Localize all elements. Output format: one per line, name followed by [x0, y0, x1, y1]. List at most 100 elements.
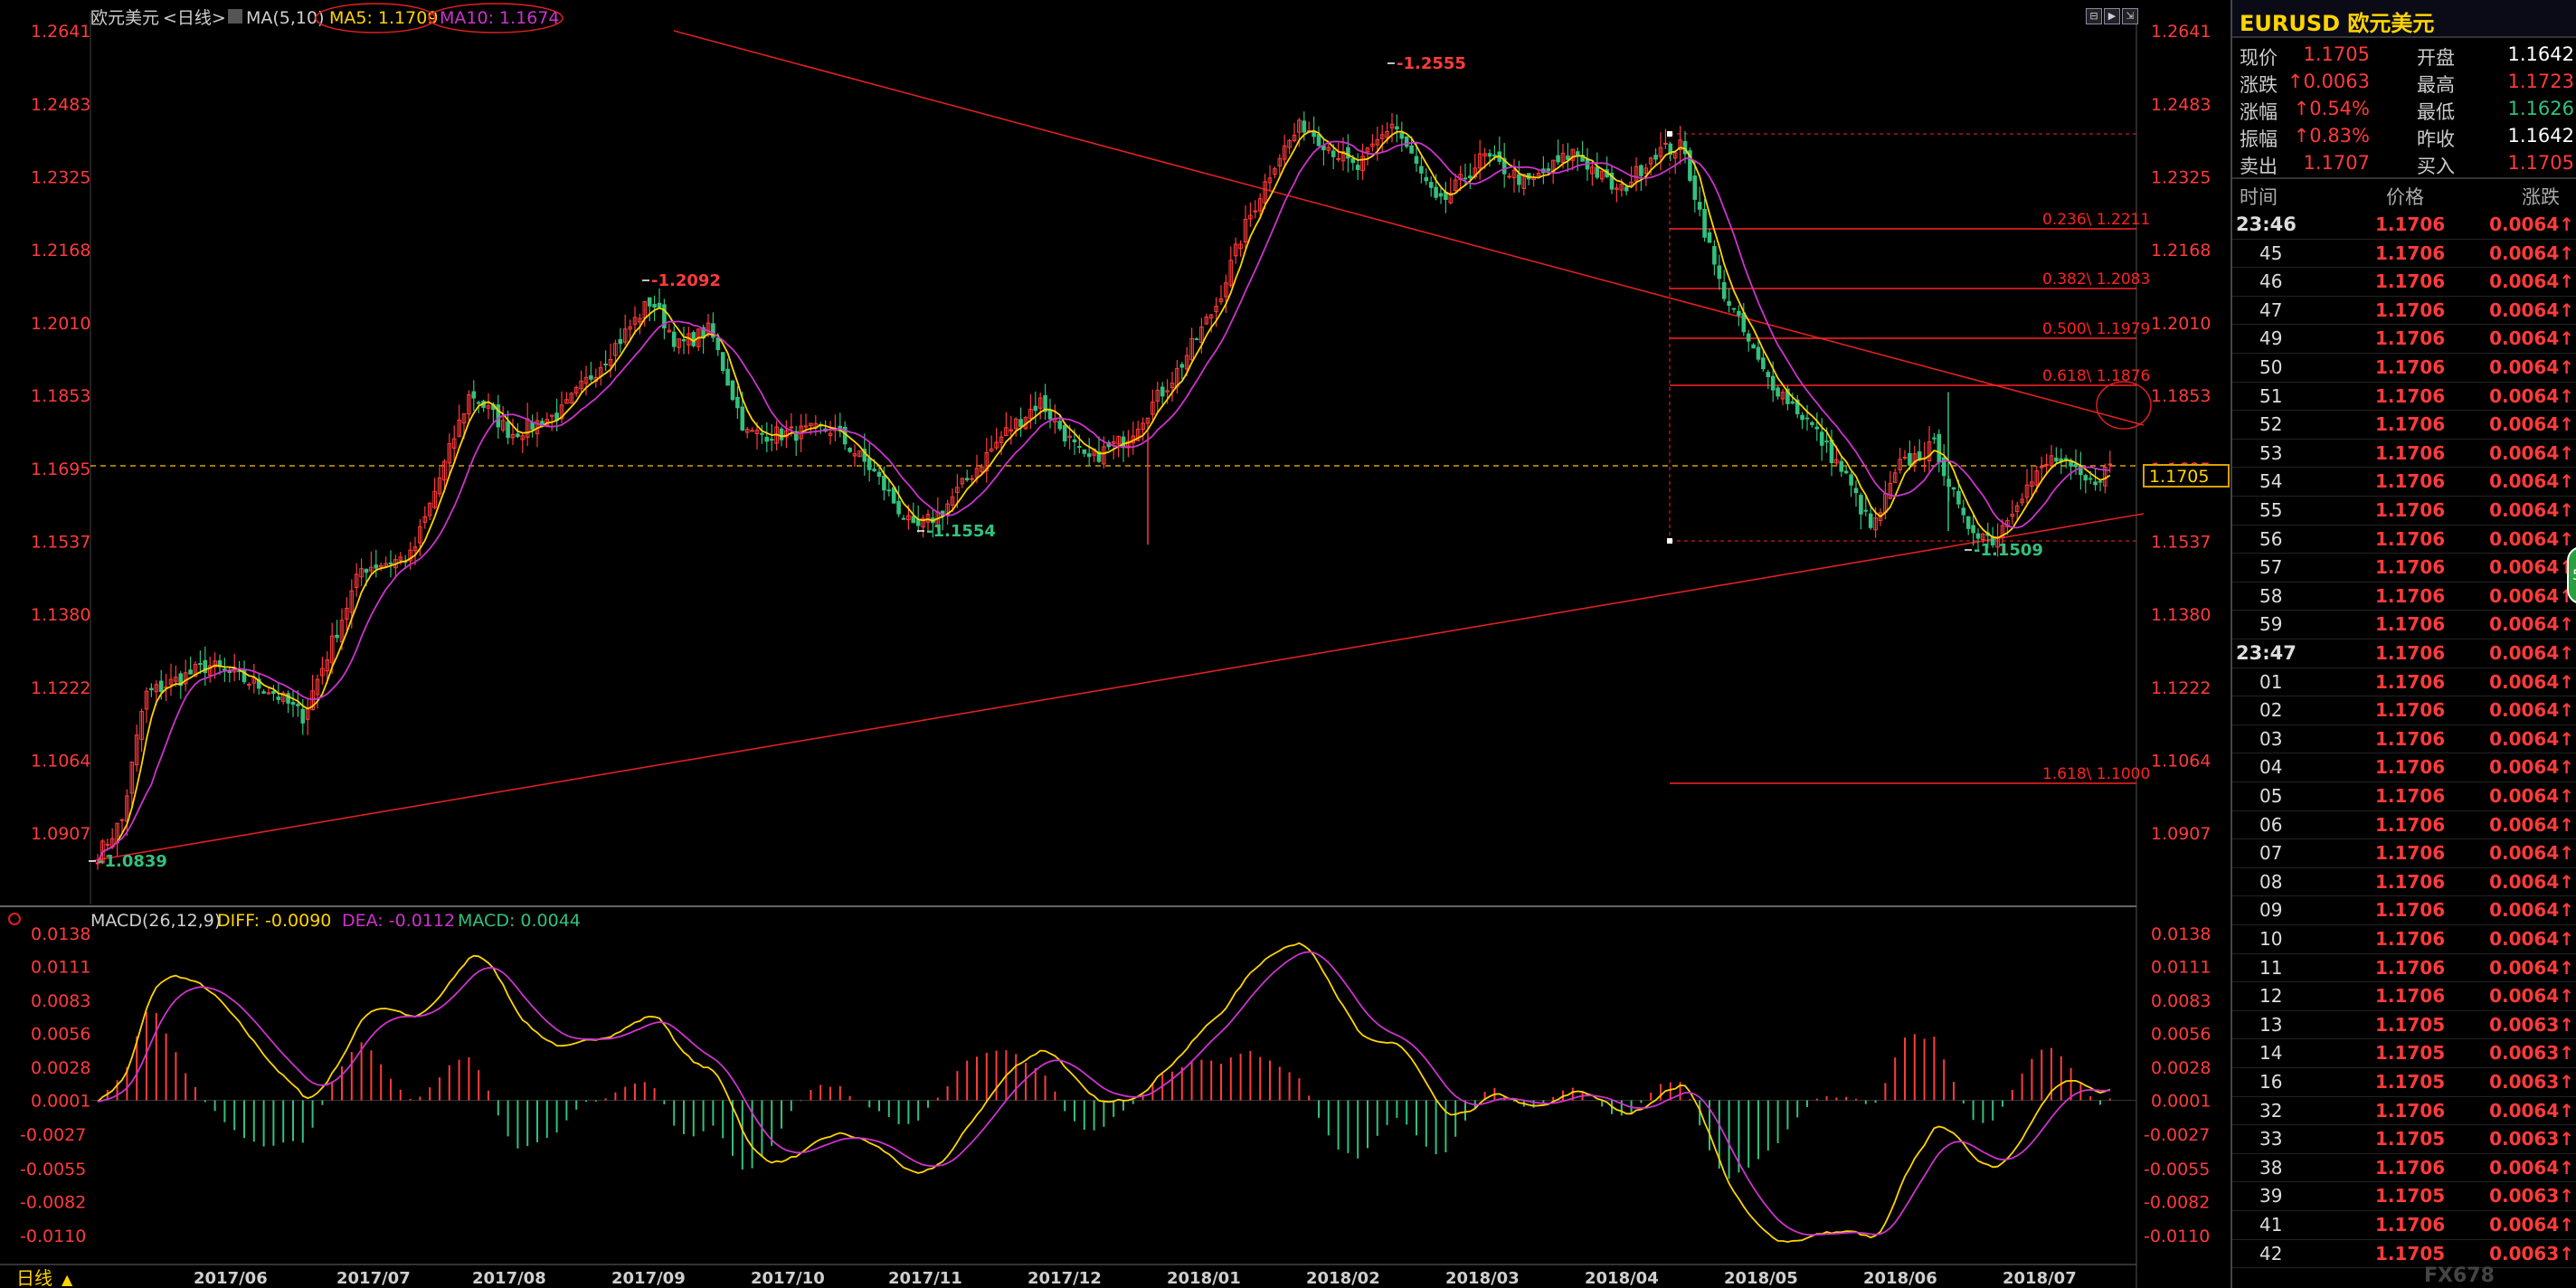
candle-body [911, 516, 916, 524]
macd-axis-label-right: 0.0138 [2151, 924, 2211, 944]
period-tab[interactable]: 日线 [16, 1267, 52, 1288]
candle-body [1756, 346, 1761, 360]
chart-toolbar: ⊟ ▶ ⇲ [2086, 5, 2140, 24]
tick-row: 58 1.1706 0.0064↑ [2232, 582, 2576, 611]
tick-change: 0.0064↑ [2489, 642, 2574, 664]
tick-row: 13 1.1705 0.0063↑ [2232, 1010, 2576, 1040]
tick-change: 0.0064↑ [2489, 870, 2574, 893]
macd-axis-label-left: 0.0083 [31, 991, 90, 1011]
tick-price: 1.1706 [2375, 298, 2446, 321]
tick-price: 1.1706 [2375, 1099, 2446, 1122]
fib-anchor-bottom [1667, 538, 1672, 544]
candle-body [335, 634, 339, 639]
candle-body [2093, 481, 2098, 486]
candle-body [760, 432, 764, 435]
quote-value: ↑0.0063 [2287, 71, 2370, 92]
tick-price: 1.1706 [2375, 584, 2446, 607]
tick-time: 45 [2259, 242, 2283, 264]
tick-price: 1.1706 [2375, 242, 2446, 264]
tick-row: 41 1.1706 0.0064↑ [2232, 1210, 2576, 1240]
panel-header: EURUSD 欧元美元 [2232, 0, 2576, 38]
quote-value: 1.1723 [2507, 71, 2574, 92]
price-mark-start-low: -1.0839 [98, 852, 167, 871]
expand-icon[interactable]: ⇲ [2122, 8, 2138, 24]
macd-axis-label-right: 0.0111 [2151, 957, 2211, 977]
candle-body [1595, 166, 1600, 178]
candle-body [1419, 166, 1424, 174]
quote-value: 1.1705 [2303, 43, 2370, 65]
tick-row: 12 1.1706 0.0064↑ [2232, 981, 2576, 1011]
tick-header-price: 价格 [2386, 186, 2424, 208]
y-axis-label-left: 1.2325 [31, 168, 90, 188]
candle-body [1546, 168, 1551, 172]
tick-time: 14 [2259, 1042, 2283, 1065]
x-axis-label: 2018/03 [1445, 1269, 1520, 1288]
tick-row: 53 1.1706 0.0064↑ [2232, 439, 2576, 469]
candle-body [476, 402, 481, 404]
tick-time: 03 [2259, 727, 2283, 750]
tick-time: 51 [2259, 384, 2283, 407]
candle-body [1776, 387, 1780, 397]
candle-body [1971, 525, 1975, 534]
tick-time: 16 [2259, 1071, 2283, 1093]
tick-change: 0.0063↑ [2489, 1071, 2574, 1093]
quote-panel: EURUSD 欧元美元 现价 1.1705 开盘 1.1642 涨跌 ↑0.0063 最高 1… [2230, 0, 2576, 1288]
tick-change: 0.0064↑ [2489, 270, 2574, 293]
tick-change: 0.0064↑ [2489, 242, 2574, 264]
tick-price: 1.1706 [2375, 1156, 2446, 1179]
play-icon[interactable]: ▶ [2104, 8, 2120, 24]
tick-change: 0.0064↑ [2489, 556, 2574, 579]
tick-price: 1.1706 [2375, 556, 2446, 579]
tick-change: 0.0063↑ [2489, 1242, 2574, 1264]
tick-time: 01 [2259, 670, 2283, 693]
candle-body [1434, 186, 1438, 198]
macd-axis-label-left: 0.0111 [31, 957, 90, 977]
candle-body [964, 478, 970, 481]
tick-price: 1.1706 [2375, 441, 2446, 464]
macd-axis-label-left: -0.0110 [20, 1226, 86, 1246]
candle-body [740, 406, 745, 431]
tick-change: 0.0063↑ [2489, 1042, 2574, 1065]
candle-body [1639, 165, 1643, 176]
tick-change: 0.0064↑ [2489, 327, 2574, 350]
candle-body [2054, 457, 2059, 462]
tick-time: 09 [2259, 899, 2283, 922]
zoom-fit-icon[interactable]: ⊟ [2086, 8, 2102, 24]
fib-level-label: 1.618\ 1.1000 [2042, 765, 2150, 783]
candle-body [119, 819, 125, 821]
candle-body [681, 338, 687, 342]
ma-settings-icon[interactable] [228, 9, 242, 24]
tick-row: 23:46 1.1706 0.0064↑ [2232, 210, 2576, 240]
float-badge[interactable]: 55 [2567, 546, 2576, 604]
candle-body [720, 352, 725, 371]
tick-price: 1.1706 [2375, 384, 2446, 407]
candle-body [1737, 310, 1741, 316]
tick-time: 49 [2259, 327, 2283, 350]
tick-header-time: 时间 [2240, 186, 2278, 208]
y-axis-label-right: 1.2168 [2151, 241, 2211, 260]
candle-body [1424, 176, 1429, 182]
candle-body [149, 687, 154, 691]
candle-body [691, 332, 696, 346]
macd-axis-label-left: -0.0027 [20, 1125, 86, 1145]
tick-price: 1.1706 [2375, 756, 2446, 779]
candle-body [266, 692, 271, 695]
price-mark-recent-low: -1.1509 [1974, 541, 2043, 560]
x-axis-label: 2018/02 [1306, 1269, 1380, 1288]
candle-body [1741, 312, 1747, 333]
quote-value: ↑0.83% [2293, 125, 2370, 147]
tick-time: 11 [2259, 956, 2283, 979]
candle-body [1062, 424, 1067, 442]
tick-change: 0.0064↑ [2489, 1156, 2574, 1179]
period-label: <日线> [163, 8, 226, 28]
y-axis-label-right: 1.1380 [2151, 605, 2211, 625]
candle-body [2044, 463, 2049, 466]
candle-body [261, 691, 266, 694]
candle-body [1800, 414, 1804, 421]
tick-change: 0.0064↑ [2489, 356, 2574, 378]
watermark: FX678 [2424, 1264, 2495, 1287]
period-tab-arrow-icon[interactable]: ▲ [62, 1271, 73, 1288]
candle-body [1824, 440, 1829, 443]
chart-area[interactable]: 1.2641 1.2641 1.2483 1.2483 1.2325 1.2325 1.21… [0, 0, 2230, 1288]
fib-level-label: 0.382\ 1.2083 [2042, 270, 2150, 289]
